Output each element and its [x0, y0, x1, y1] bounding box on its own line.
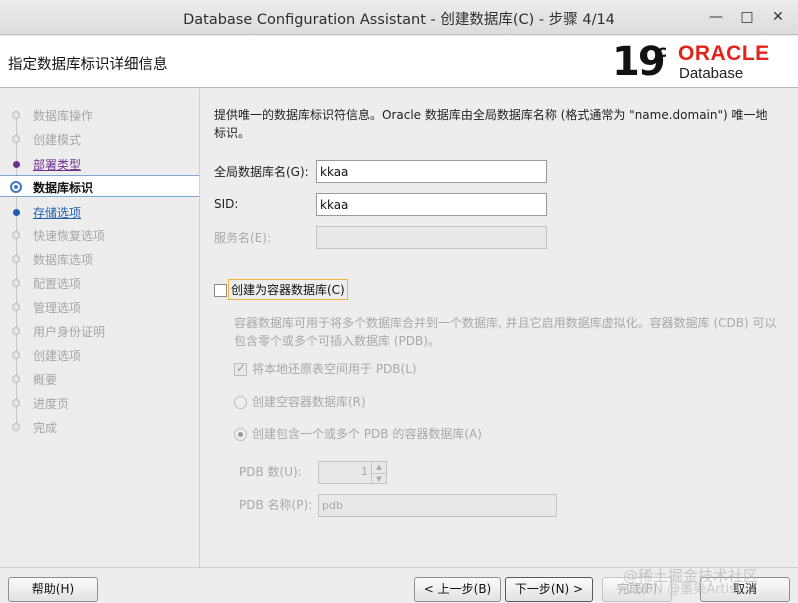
- service-name-label: 服务名(E):: [214, 231, 271, 245]
- spin-down-icon: ▼: [371, 473, 386, 484]
- pdb-count-label: PDB 数(U):: [239, 465, 302, 479]
- instructions-text: 提供唯一的数据库标识符信息。Oracle 数据库由全局数据库名称 (格式通常为 …: [214, 108, 768, 140]
- step-navigation: 数据库操作 创建模式 部署类型 数据库标识 存储选项 快速恢复选项 数据库选项 …: [0, 89, 200, 567]
- window-titlebar: Database Configuration Assistant - 创建数据库…: [0, 0, 798, 35]
- oracle-product-label: Database: [679, 65, 744, 82]
- maximize-icon[interactable]: □: [738, 8, 756, 26]
- help-button[interactable]: 帮助(H): [8, 577, 98, 602]
- global-db-name-label: 全局数据库名(G):: [214, 165, 309, 179]
- step-dot-icon: [12, 255, 20, 263]
- step-dot-icon: [12, 111, 20, 119]
- pdb-count-stepper: 1 ▲ ▼: [318, 461, 387, 484]
- step-item-user-credentials: 用户身份证明: [0, 320, 199, 342]
- checkmark-icon: ✓: [236, 361, 247, 375]
- step-item-db-identification[interactable]: 数据库标识: [0, 175, 199, 197]
- radio-selected-dot: [238, 432, 243, 437]
- step-item-storage-option[interactable]: 存储选项: [0, 201, 199, 223]
- create-cdb-checkbox[interactable]: [214, 284, 227, 297]
- empty-cdb-label: 创建空容器数据库(R): [252, 395, 366, 409]
- step-item-deployment-type[interactable]: 部署类型: [0, 153, 199, 175]
- watermark-text-secondary: CSDN @墨染Artist: [626, 582, 742, 597]
- main-content: 提供唯一的数据库标识符信息。Oracle 数据库由全局数据库名称 (格式通常为 …: [201, 89, 798, 567]
- step-item-creation-mode: 创建模式: [0, 128, 199, 150]
- step-item-progress: 进度页: [0, 392, 199, 414]
- step-dot-icon: [12, 231, 20, 239]
- local-undo-label: 将本地还原表空间用于 PDB(L): [252, 362, 417, 376]
- oracle-version-suffix: c: [657, 42, 668, 62]
- page-title: 指定数据库标识详细信息: [8, 57, 168, 73]
- oracle-version-logo: 19: [612, 39, 666, 85]
- step-dot-icon: [12, 279, 20, 287]
- pdb-name-label: PDB 名称(P):: [239, 498, 313, 512]
- close-icon[interactable]: ✕: [769, 8, 787, 26]
- step-dot-icon: [12, 423, 20, 431]
- sid-label: SID:: [214, 197, 239, 211]
- cdb-with-pdb-label: 创建包含一个或多个 PDB 的容器数据库(A): [252, 427, 482, 441]
- step-dot-icon: [12, 375, 20, 383]
- global-db-name-input[interactable]: [316, 160, 547, 183]
- minimize-icon[interactable]: —: [707, 8, 725, 26]
- step-dot-icon: [12, 327, 20, 335]
- step-dot-icon: [13, 161, 20, 168]
- step-dot-icon: [12, 399, 20, 407]
- back-button[interactable]: < 上一步(B): [414, 577, 501, 602]
- cdb-description: 容器数据库可用于将多个数据库合并到一个数据库, 并且它启用数据库虚拟化。容器数据…: [234, 316, 777, 348]
- step-item-db-operation: 数据库操作: [0, 104, 199, 126]
- current-step-icon: [10, 181, 22, 193]
- step-item-mgmt-options: 管理选项: [0, 296, 199, 318]
- step-item-config-options: 配置选项: [0, 272, 199, 294]
- step-item-db-options: 数据库选项: [0, 248, 199, 270]
- step-dot-icon: [13, 209, 20, 216]
- step-dot-icon: [12, 135, 20, 143]
- pdb-name-input: pdb: [318, 494, 557, 517]
- spin-up-icon: ▲: [371, 462, 386, 473]
- page-header: 指定数据库标识详细信息 19 c ORACLE Database: [0, 36, 798, 88]
- cdb-with-pdb-radio: [234, 428, 247, 441]
- window-title: Database Configuration Assistant - 创建数据库…: [183, 12, 615, 28]
- step-dot-icon: [12, 303, 20, 311]
- local-undo-checkbox: ✓: [234, 361, 247, 376]
- service-name-input: [316, 226, 547, 249]
- step-dot-icon: [12, 351, 20, 359]
- pdb-count-value: 1: [361, 465, 368, 478]
- create-cdb-label[interactable]: 创建为容器数据库(C): [228, 279, 348, 300]
- next-button[interactable]: 下一步(N) >: [505, 577, 593, 602]
- oracle-brand-logo: ORACLE: [678, 42, 770, 65]
- empty-cdb-radio: [234, 396, 247, 409]
- step-item-creation-options: 创建选项: [0, 344, 199, 366]
- step-item-summary: 概要: [0, 368, 199, 390]
- step-item-finish: 完成: [0, 416, 199, 438]
- sid-input[interactable]: [316, 193, 547, 216]
- step-item-fast-recovery: 快速恢复选项: [0, 224, 199, 246]
